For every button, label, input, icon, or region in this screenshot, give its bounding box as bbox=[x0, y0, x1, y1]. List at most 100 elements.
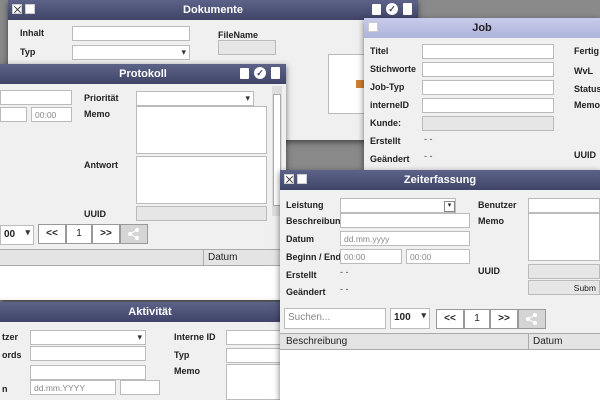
page-size-select[interactable]: 100 bbox=[390, 308, 430, 329]
aktivitaet-window: Aktivität tzer ords n dd.mm.YYYY Interne… bbox=[0, 302, 300, 400]
uuid-label: UUID bbox=[478, 266, 500, 276]
time-input[interactable] bbox=[120, 380, 160, 395]
window-title: Zeiterfassung bbox=[403, 174, 477, 186]
share-button[interactable] bbox=[518, 309, 546, 329]
antwort-label: Antwort bbox=[84, 160, 118, 170]
antwort-textarea[interactable] bbox=[136, 156, 267, 204]
dokumente-titlebar[interactable]: Dokumente ✓ bbox=[8, 0, 418, 20]
prev-page-button[interactable]: << bbox=[38, 224, 66, 244]
benutzer-select[interactable] bbox=[30, 330, 146, 345]
datum-input[interactable]: dd.mm.yyyy bbox=[340, 231, 470, 246]
zeiterfassung-titlebar[interactable]: Zeiterfassung bbox=[280, 170, 600, 190]
stichworte-input[interactable] bbox=[422, 62, 554, 77]
job-titlebar[interactable]: Job bbox=[364, 18, 600, 38]
memo-textarea[interactable] bbox=[528, 213, 600, 261]
column-datum[interactable]: Datum bbox=[208, 252, 237, 263]
beginn-input[interactable]: 00:00 bbox=[340, 249, 402, 264]
beginn-ende-label: Beginn / Ende bbox=[286, 252, 347, 262]
typ-label: Typ bbox=[174, 350, 190, 360]
check-icon[interactable]: ✓ bbox=[254, 67, 266, 79]
geaendert-value: - - bbox=[424, 151, 433, 161]
column-beschreibung[interactable]: Beschreibung bbox=[286, 336, 347, 347]
close-icon[interactable] bbox=[284, 174, 294, 184]
fertig-label: Fertig b bbox=[574, 46, 600, 56]
table-header: Datum bbox=[0, 249, 286, 266]
maximize-icon[interactable] bbox=[25, 4, 35, 14]
kunde-input bbox=[422, 116, 554, 131]
ende-input[interactable]: 00:00 bbox=[406, 249, 470, 264]
maximize-icon[interactable] bbox=[368, 22, 378, 32]
share-icon bbox=[526, 313, 537, 325]
geaendert-label: Geändert bbox=[286, 287, 326, 297]
wvl-label: WvL bbox=[574, 66, 593, 76]
share-icon bbox=[128, 228, 139, 240]
stichworte-label: Stichworte bbox=[370, 64, 417, 74]
trash-icon[interactable] bbox=[240, 68, 249, 79]
time-input[interactable]: 00:00 bbox=[31, 107, 72, 122]
jobtyp-input[interactable] bbox=[422, 80, 554, 95]
date-label: n bbox=[2, 384, 8, 394]
page-number-field[interactable]: 1 bbox=[464, 309, 490, 329]
leistung-select[interactable] bbox=[340, 198, 456, 213]
window-title: Protokoll bbox=[119, 68, 167, 80]
benutzer-label: tzer bbox=[2, 332, 19, 342]
submit-button[interactable]: Subm bbox=[528, 280, 600, 295]
erstellt-label: Erstellt bbox=[286, 270, 317, 280]
uuid-label: UUID bbox=[84, 209, 106, 219]
beschreibung-input[interactable] bbox=[340, 213, 470, 228]
memo-label: Memo bbox=[174, 366, 201, 376]
column-datum[interactable]: Datum bbox=[533, 336, 562, 347]
datum-label: Datum bbox=[286, 234, 315, 244]
date-input[interactable] bbox=[0, 107, 27, 122]
keywords-input[interactable] bbox=[30, 346, 146, 361]
inhalt-label: Inhalt bbox=[20, 28, 44, 38]
check-icon[interactable]: ✓ bbox=[386, 3, 398, 15]
memo-label: Memo bbox=[84, 109, 111, 119]
beschreibung-label: Beschreibung bbox=[286, 216, 347, 226]
document-icon[interactable] bbox=[271, 67, 280, 79]
prioritaet-label: Priorität bbox=[84, 93, 119, 103]
prioritaet-select[interactable] bbox=[136, 91, 254, 106]
keywords-label: ords bbox=[2, 350, 22, 360]
table-body bbox=[0, 266, 286, 300]
aktivitaet-titlebar[interactable]: Aktivität bbox=[0, 302, 300, 322]
close-icon[interactable] bbox=[12, 4, 22, 14]
protokoll-titlebar[interactable]: Protokoll ✓ bbox=[0, 64, 286, 84]
chevron-down-icon[interactable]: ▾ bbox=[444, 201, 455, 212]
filename-input bbox=[218, 40, 276, 55]
trash-icon[interactable] bbox=[372, 4, 381, 15]
interneid-label: interneID bbox=[370, 100, 410, 110]
window-title: Aktivität bbox=[128, 306, 172, 318]
benutzer-select[interactable] bbox=[528, 198, 600, 213]
memo-label: Memo bbox=[478, 216, 505, 226]
uuid-input bbox=[528, 264, 600, 279]
benutzer-label: Benutzer bbox=[478, 200, 517, 210]
kunde-label: Kunde: bbox=[370, 118, 401, 128]
interneid-input[interactable] bbox=[422, 98, 554, 113]
next-page-button[interactable]: >> bbox=[490, 309, 518, 329]
geaendert-value: - - bbox=[340, 284, 349, 294]
memo-textarea[interactable] bbox=[136, 106, 267, 154]
typ-label: Typ bbox=[20, 47, 36, 57]
file-icon bbox=[356, 80, 364, 88]
next-page-button[interactable]: >> bbox=[92, 224, 120, 244]
typ-select[interactable] bbox=[72, 45, 190, 60]
title-input[interactable] bbox=[0, 90, 72, 105]
erstellt-label: Erstellt bbox=[370, 136, 401, 146]
date-input[interactable]: dd.mm.YYYY bbox=[30, 380, 116, 395]
page-size-select[interactable]: 00 bbox=[0, 225, 34, 245]
document-icon[interactable] bbox=[403, 3, 412, 15]
extra-input[interactable] bbox=[30, 365, 146, 380]
maximize-icon[interactable] bbox=[297, 174, 307, 184]
job-window: Job Titel Stichworte Job-Typ interneID K… bbox=[364, 18, 600, 170]
inhalt-input[interactable] bbox=[72, 26, 190, 41]
search-input[interactable]: Suchen... bbox=[284, 308, 386, 329]
page-number-field[interactable]: 1 bbox=[66, 224, 92, 244]
prev-page-button[interactable]: << bbox=[436, 309, 464, 329]
share-button[interactable] bbox=[120, 224, 148, 244]
protokoll-window: Protokoll ✓ 00:00 Priorität Memo Antwort… bbox=[0, 64, 286, 300]
erstellt-value: - - bbox=[340, 267, 349, 277]
memo-label: Memo bbox=[574, 100, 600, 110]
titel-input[interactable] bbox=[422, 44, 554, 59]
leistung-label: Leistung bbox=[286, 200, 324, 210]
